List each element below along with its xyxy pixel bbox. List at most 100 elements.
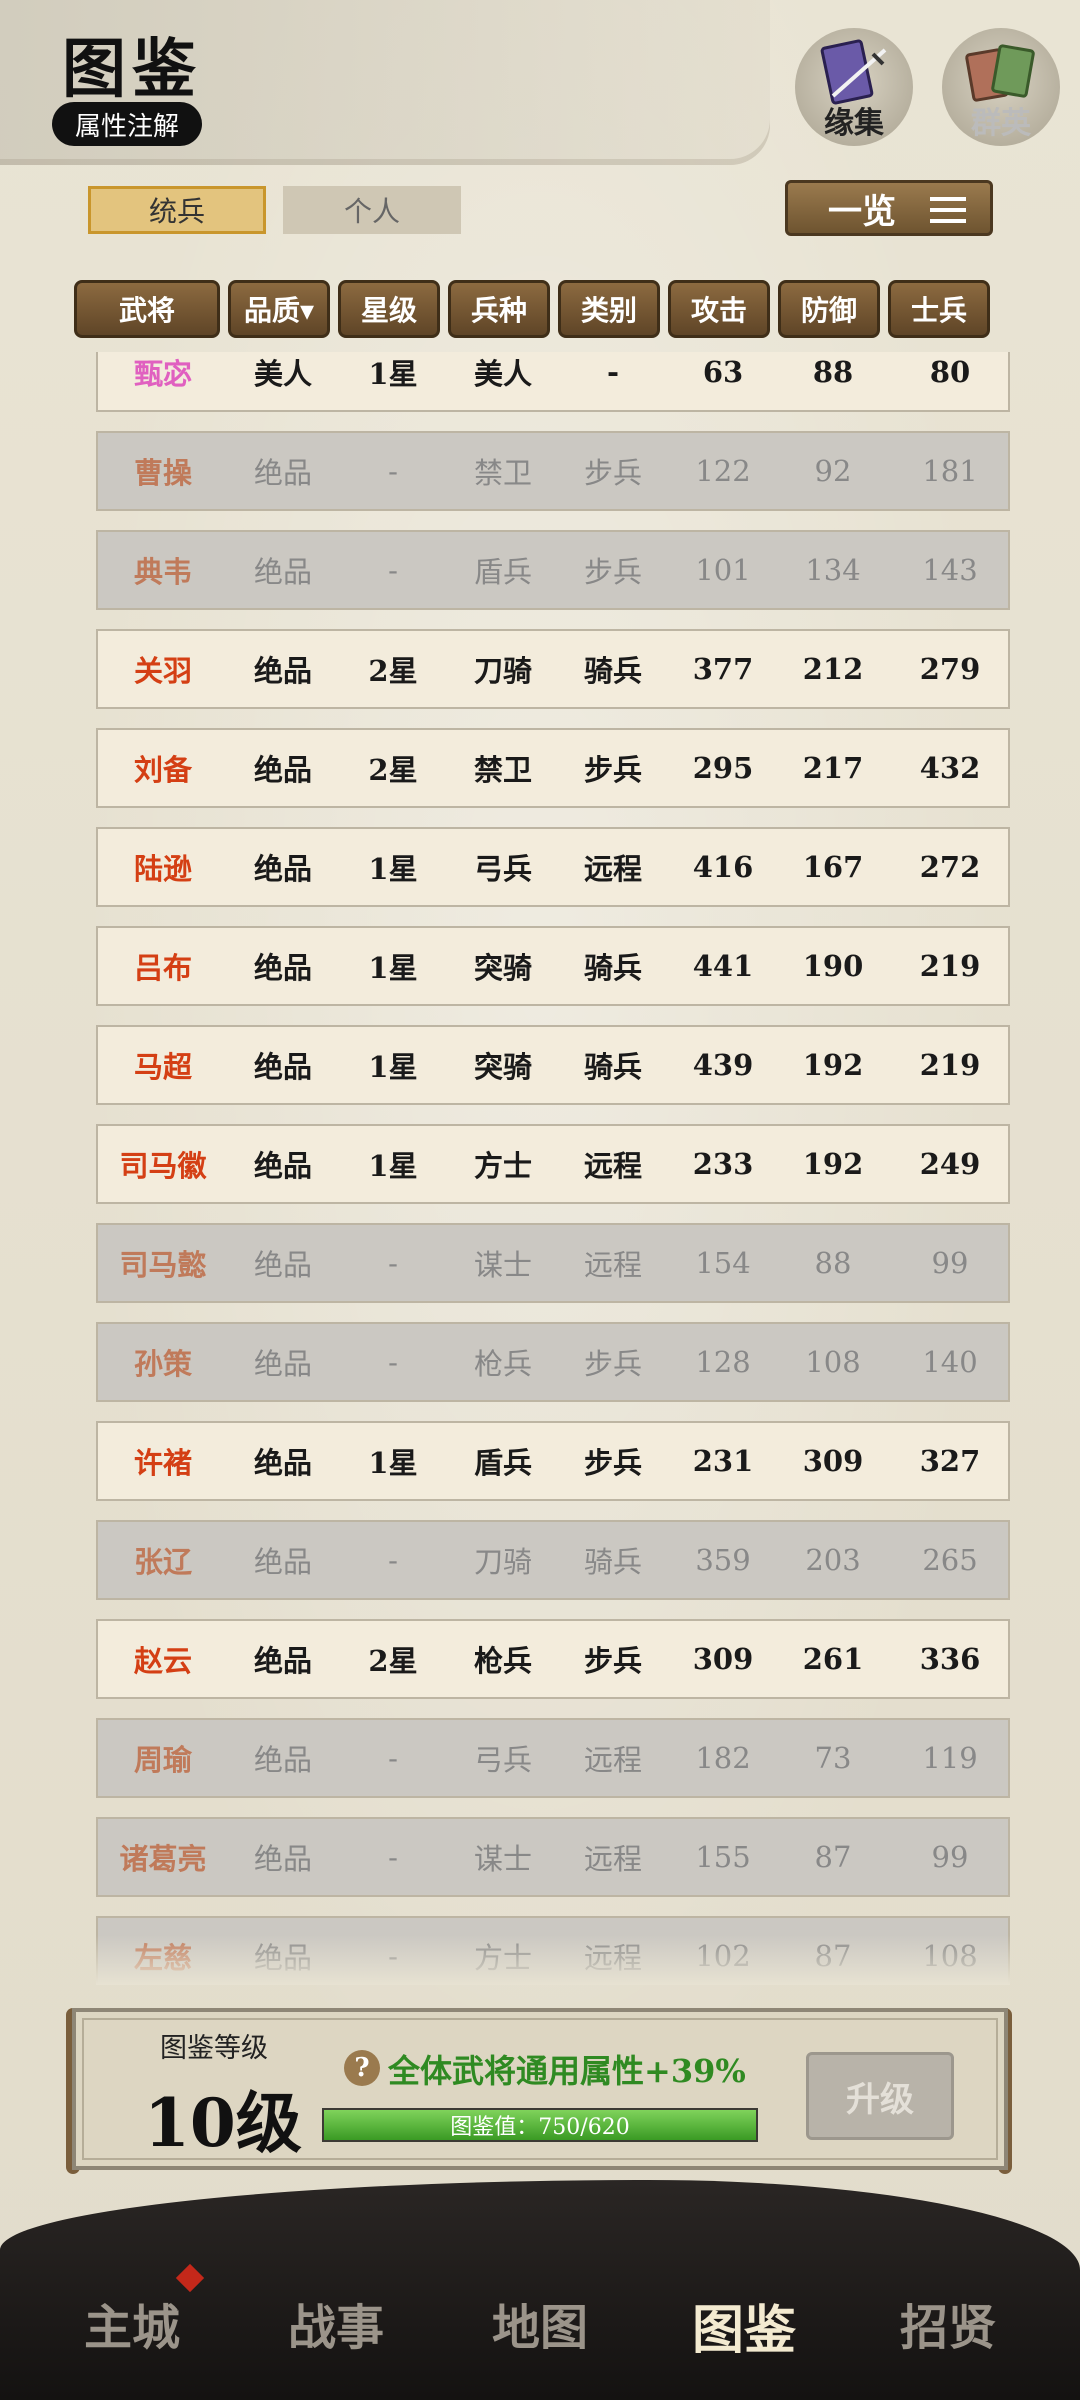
- star-level-cell: 1星: [368, 852, 418, 886]
- table-row[interactable]: 张辽 绝品 - 刀骑 骑兵 359 203 265: [96, 1520, 1010, 1600]
- soldiers-cell: 272: [919, 850, 981, 884]
- table-row[interactable]: 典韦 绝品 - 盾兵 步兵 101 134 143: [96, 530, 1010, 610]
- nav-main-city[interactable]: 主城: [52, 2288, 212, 2358]
- star-level-cell: -: [388, 1840, 398, 1874]
- table-row[interactable]: 曹操 绝品 - 禁卫 步兵 122 92 181: [96, 431, 1010, 511]
- column-quality[interactable]: 品质▾: [228, 280, 330, 338]
- attack-cell: 439: [692, 1048, 754, 1082]
- menu-icon: [930, 197, 966, 223]
- table-row[interactable]: 赵云 绝品 2星 枪兵 步兵 309 261 336: [96, 1619, 1010, 1699]
- table-row[interactable]: 司马懿 绝品 - 谋士 远程 154 88 99: [96, 1223, 1010, 1303]
- attribute-notes-button[interactable]: 属性注解: [52, 102, 202, 146]
- quality-cell: 绝品: [253, 1149, 312, 1183]
- category-cell: 骑兵: [583, 951, 642, 985]
- column-soldiers[interactable]: 士兵: [888, 280, 990, 338]
- level-value: 10级: [144, 2084, 302, 2162]
- star-level-cell: -: [388, 1543, 398, 1577]
- nav-map[interactable]: 地图: [460, 2288, 620, 2358]
- star-level-cell: -: [388, 553, 398, 587]
- table-row[interactable]: 诸葛亮 绝品 - 谋士 远程 155 87 99: [96, 1817, 1010, 1897]
- general-name-cell: 陆逊: [133, 852, 192, 886]
- troop-class-cell: 突骑: [473, 1050, 532, 1084]
- troop-class-cell: 谋士: [473, 1842, 532, 1876]
- quality-cell: 绝品: [253, 852, 312, 886]
- column-type[interactable]: 类别: [558, 280, 660, 338]
- soldiers-cell: 80: [929, 355, 971, 389]
- defense-cell: 217: [802, 751, 864, 785]
- star-level-cell: -: [388, 1345, 398, 1379]
- column-general[interactable]: 武将: [74, 280, 220, 338]
- general-name-cell: 司马徽: [119, 1149, 207, 1183]
- table-row[interactable]: 司马徽 绝品 1星 方士 远程 233 192 249: [96, 1124, 1010, 1204]
- troop-class-cell: 谋士: [473, 1248, 532, 1282]
- nav-battle[interactable]: 战事: [256, 2288, 416, 2358]
- general-name-cell: 许褚: [133, 1446, 192, 1480]
- soldiers-cell: 99: [931, 1246, 969, 1280]
- category-cell: 远程: [583, 1842, 642, 1876]
- qunying-label: 群英: [971, 106, 1031, 141]
- star-level-cell: 2星: [368, 1644, 418, 1678]
- progress-text: 图鉴值：750/620: [450, 2115, 630, 2140]
- attack-cell: 101: [695, 553, 751, 587]
- general-name-cell: 马超: [133, 1050, 192, 1084]
- generals-table[interactable]: 甄宓 美人 1星 美人 -63 88 80 曹操 绝品 - 禁卫 步兵 122 92 181 典韦 绝品 - 盾兵步…: [96, 352, 1010, 1984]
- soldiers-cell: 265: [922, 1543, 978, 1577]
- table-row[interactable]: 关羽 绝品 2星 刀骑 骑兵 377 212 279: [96, 629, 1010, 709]
- table-row[interactable]: 甄宓 美人 1星 美人 - 63 88 80: [96, 352, 1010, 412]
- help-icon[interactable]: ?: [344, 2050, 380, 2086]
- troop-class-cell: 禁卫: [473, 456, 532, 490]
- soldiers-cell: 140: [922, 1345, 978, 1379]
- table-row[interactable]: 刘备 绝品 2星 禁卫 步兵 295 217 432: [96, 728, 1010, 808]
- table-row[interactable]: 马超 绝品 1星 突骑 骑兵 439 192 219: [96, 1025, 1010, 1105]
- table-row[interactable]: 周瑜 绝品 - 弓兵 远程 182 73 119: [96, 1718, 1010, 1798]
- star-level-cell: 2星: [368, 654, 418, 688]
- table-row[interactable]: 陆逊 绝品 1星 弓兵 远程 416 167 272: [96, 827, 1010, 907]
- quality-cell: 绝品: [253, 1347, 312, 1381]
- general-name-cell: 周瑜: [133, 1743, 192, 1777]
- nav-recruit[interactable]: 招贤: [868, 2288, 1028, 2358]
- quality-cell: 绝品: [253, 951, 312, 985]
- category-cell: 远程: [583, 1743, 642, 1777]
- yuanji-button[interactable]: 缘集: [795, 28, 913, 146]
- star-level-cell: 1星: [368, 1446, 418, 1480]
- category-cell: 步兵: [583, 1446, 642, 1480]
- category-cell: 骑兵: [583, 654, 642, 688]
- defense-cell: 108: [805, 1345, 861, 1379]
- table-row[interactable]: 许褚 绝品 1星 盾兵 步兵 231 309 327: [96, 1421, 1010, 1501]
- troop-class-cell: 盾兵: [473, 555, 532, 589]
- defense-cell: 203: [805, 1543, 861, 1577]
- defense-cell: 212: [802, 652, 864, 686]
- overview-button[interactable]: 一览: [785, 180, 993, 236]
- upgrade-button[interactable]: 升级: [806, 2052, 954, 2140]
- column-attack[interactable]: 攻击: [668, 280, 770, 338]
- defense-cell: 134: [805, 553, 861, 587]
- column-star[interactable]: 星级: [338, 280, 440, 338]
- soldiers-cell: 99: [931, 1840, 969, 1874]
- defense-cell: 87: [814, 1840, 852, 1874]
- general-name-cell: 孙策: [133, 1347, 192, 1381]
- tab-geren[interactable]: 个人: [283, 186, 461, 234]
- table-row[interactable]: 吕布 绝品 1星 突骑 骑兵 441 190 219: [96, 926, 1010, 1006]
- category-cell: 步兵: [583, 456, 642, 490]
- table-row[interactable]: 孙策 绝品 - 枪兵 步兵 128 108 140: [96, 1322, 1010, 1402]
- troop-class-cell: 枪兵: [473, 1644, 532, 1678]
- quality-cell: 绝品: [253, 753, 312, 787]
- column-troop[interactable]: 兵种: [448, 280, 550, 338]
- nav-collection[interactable]: 图鉴: [664, 2288, 824, 2363]
- qunying-button[interactable]: 群英: [942, 28, 1060, 146]
- soldiers-cell: 143: [922, 553, 978, 587]
- attack-cell: 182: [695, 1741, 751, 1775]
- column-defense[interactable]: 防御: [778, 280, 880, 338]
- star-level-cell: -: [388, 1741, 398, 1775]
- attack-cell: 377: [692, 652, 754, 686]
- attack-cell: 309: [692, 1642, 754, 1676]
- defense-cell: 73: [814, 1741, 852, 1775]
- list-fade: [96, 1935, 1010, 1985]
- star-level-cell: -: [388, 454, 398, 488]
- general-name-cell: 诸葛亮: [119, 1842, 207, 1876]
- troop-class-cell: 美人: [473, 357, 532, 391]
- general-name-cell: 关羽: [133, 654, 192, 688]
- category-cell: 远程: [583, 1248, 642, 1282]
- attack-cell: 231: [692, 1444, 754, 1478]
- tab-tongbing[interactable]: 统兵: [88, 186, 266, 234]
